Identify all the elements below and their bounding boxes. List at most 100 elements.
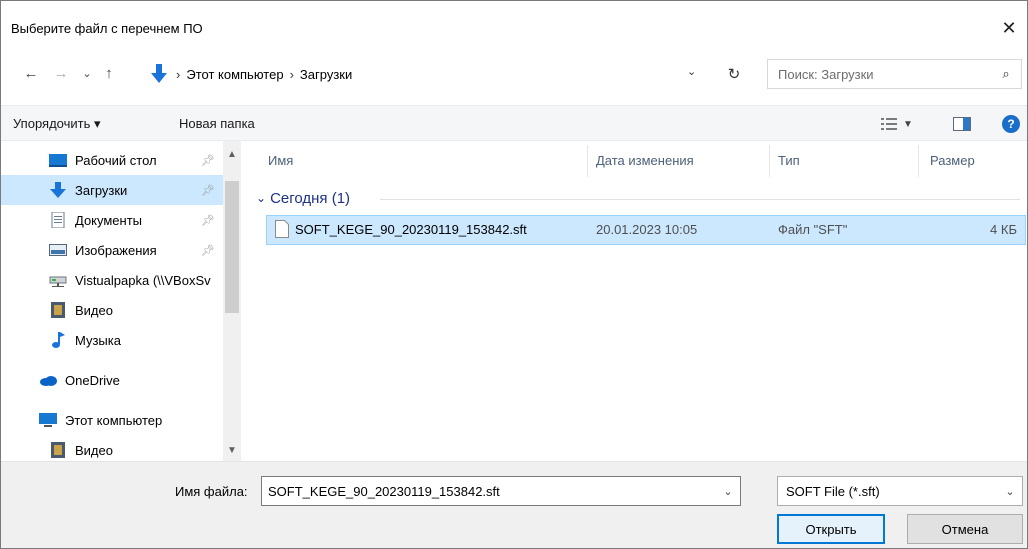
filename-field[interactable]: SOFT_KEGE_90_20230119_153842.sft ⌄ — [261, 476, 741, 506]
column-header-type[interactable]: Тип — [778, 141, 800, 179]
breadcrumb-separator: › — [176, 66, 181, 82]
back-arrow-icon: ← — [23, 64, 39, 82]
scroll-down-icon[interactable]: ▼ — [223, 441, 241, 459]
sidebar-item-label: Рабочий стол — [75, 152, 157, 168]
network-drive-icon — [49, 276, 67, 287]
command-toolbar: Упорядочить ▾ Новая папка ▼ ? — [1, 105, 1027, 141]
sidebar-item-label: Загрузки — [75, 182, 128, 198]
open-button-label: Открыть — [805, 521, 857, 537]
scrollbar-thumb[interactable] — [225, 181, 239, 313]
column-divider[interactable] — [587, 145, 588, 177]
organize-button[interactable]: Упорядочить ▾ — [13, 116, 101, 132]
breadcrumb-separator: › — [289, 66, 294, 82]
sidebar-item-label: Этот компьютер — [65, 412, 163, 428]
sidebar-item-onedrive[interactable]: OneDrive — [1, 365, 223, 395]
sidebar-item-label: Документы — [75, 212, 143, 228]
sidebar-item-label: Vistualpapka (\\VBoxSv — [75, 272, 211, 288]
forward-arrow-icon: → — [53, 64, 69, 82]
window-title: Выберите файл с перечнем ПО — [11, 21, 203, 36]
preview-pane-button[interactable] — [953, 114, 971, 134]
pin-icon: 📌︎ — [201, 184, 215, 197]
cancel-button-label: Отмена — [941, 521, 989, 537]
this-pc-icon — [39, 413, 57, 427]
new-folder-button[interactable]: Новая папка — [179, 116, 255, 131]
file-size: 4 КБ — [990, 222, 1017, 237]
video-icon — [51, 442, 65, 458]
open-button[interactable]: Открыть — [777, 514, 885, 544]
file-list: Имя Дата изменения Тип Размер ⌄ Сегодня … — [244, 141, 1027, 461]
filter-value: SOFT File (*.sft) — [786, 483, 880, 499]
preview-pane-icon — [953, 117, 971, 131]
filename-value: SOFT_KEGE_90_20230119_153842.sft — [268, 483, 500, 499]
video-icon — [51, 302, 65, 318]
search-icon: ⌕ — [1002, 66, 1010, 81]
documents-icon — [51, 212, 65, 228]
filename-label: Имя файла: — [175, 484, 248, 499]
chevron-down-icon: ⌄ — [82, 67, 92, 80]
sidebar-item-label: OneDrive — [65, 372, 120, 388]
group-label: Сегодня (1) — [270, 189, 351, 207]
sidebar-item-downloads[interactable]: Загрузки 📌︎ — [1, 175, 223, 205]
search-placeholder: Поиск: Загрузки — [778, 66, 874, 82]
sidebar-item-pictures[interactable]: Изображения 📌︎ — [1, 235, 223, 265]
sidebar-item-video[interactable]: Видео — [1, 295, 223, 325]
dialog-footer: Имя файла: SOFT_KEGE_90_20230119_153842.… — [1, 461, 1027, 548]
sidebar-scrollbar[interactable]: ▲ ▼ — [223, 141, 241, 461]
file-type-filter[interactable]: SOFT File (*.sft) ⌄ — [777, 476, 1023, 506]
close-icon: ✕ — [1001, 17, 1017, 38]
pin-icon: 📌︎ — [201, 214, 215, 227]
group-divider — [380, 199, 1020, 200]
chevron-down-icon[interactable]: ⌄ — [716, 485, 740, 498]
close-button[interactable]: ✕ — [989, 9, 1027, 47]
sidebar-item-network-drive[interactable]: Vistualpapka (\\VBoxSv — [1, 265, 223, 295]
downloads-icon — [151, 64, 167, 83]
pin-icon: 📌︎ — [201, 154, 215, 167]
navigation-pane: Рабочий стол 📌︎ Загрузки 📌︎ Документы 📌︎… — [1, 141, 244, 461]
sidebar-item-documents[interactable]: Документы 📌︎ — [1, 205, 223, 235]
file-icon — [275, 220, 289, 238]
chevron-down-icon: ⌄ — [256, 191, 267, 205]
table-row[interactable]: SOFT_KEGE_90_20230119_153842.sft 20.01.2… — [266, 215, 1026, 245]
pin-icon: 📌︎ — [201, 244, 215, 257]
recent-locations-button[interactable]: ⌄ — [77, 63, 97, 83]
back-button[interactable]: ← — [21, 63, 41, 83]
scroll-up-icon[interactable]: ▲ — [223, 145, 241, 163]
breadcrumb-downloads[interactable]: Загрузки — [300, 67, 352, 82]
onedrive-icon — [40, 376, 57, 386]
file-name: SOFT_KEGE_90_20230119_153842.sft — [295, 222, 527, 237]
refresh-icon: ↻ — [727, 66, 741, 83]
sidebar-item-label: Музыка — [75, 332, 121, 348]
column-header-modified[interactable]: Дата изменения — [596, 141, 694, 179]
forward-button[interactable]: → — [51, 63, 71, 83]
sidebar-item-label: Изображения — [75, 242, 157, 258]
address-dropdown-icon[interactable]: ⌄ — [687, 65, 696, 78]
search-input[interactable]: Поиск: Загрузки ⌕ — [767, 59, 1022, 89]
pictures-icon — [49, 244, 67, 256]
column-header-size[interactable]: Размер — [930, 141, 975, 179]
view-options-button[interactable]: ▼ — [881, 114, 913, 134]
desktop-icon — [49, 154, 67, 167]
up-button[interactable]: ↑ — [99, 63, 119, 83]
view-dropdown-icon: ▼ — [903, 118, 913, 130]
sidebar-item-this-pc[interactable]: Этот компьютер — [1, 405, 223, 435]
refresh-button[interactable]: ↻ — [719, 61, 749, 87]
sidebar-item-music[interactable]: Музыка — [1, 325, 223, 355]
column-header-name[interactable]: Имя — [268, 141, 293, 179]
sidebar-item-label: Видео — [75, 442, 113, 458]
sidebar-item-desktop[interactable]: Рабочий стол 📌︎ — [1, 145, 223, 175]
column-divider[interactable] — [769, 145, 770, 177]
chevron-down-icon: ⌄ — [1005, 485, 1015, 498]
group-header-today[interactable]: ⌄ Сегодня (1) — [256, 186, 350, 210]
file-type: Файл "SFT" — [778, 222, 848, 237]
help-button[interactable]: ? — [1002, 114, 1020, 134]
cancel-button[interactable]: Отмена — [907, 514, 1023, 544]
sidebar-item-label: Видео — [75, 302, 113, 318]
music-icon — [52, 332, 65, 348]
window-top-edge — [1, 1, 1027, 9]
up-arrow-icon: ↑ — [105, 64, 113, 82]
column-divider[interactable] — [918, 145, 919, 177]
address-bar[interactable]: › Этот компьютер › Загрузки — [141, 59, 711, 89]
breadcrumb-this-pc[interactable]: Этот компьютер — [186, 67, 283, 82]
title-bar: Выберите файл с перечнем ПО ✕ — [1, 9, 1027, 47]
help-icon: ? — [1002, 115, 1020, 133]
